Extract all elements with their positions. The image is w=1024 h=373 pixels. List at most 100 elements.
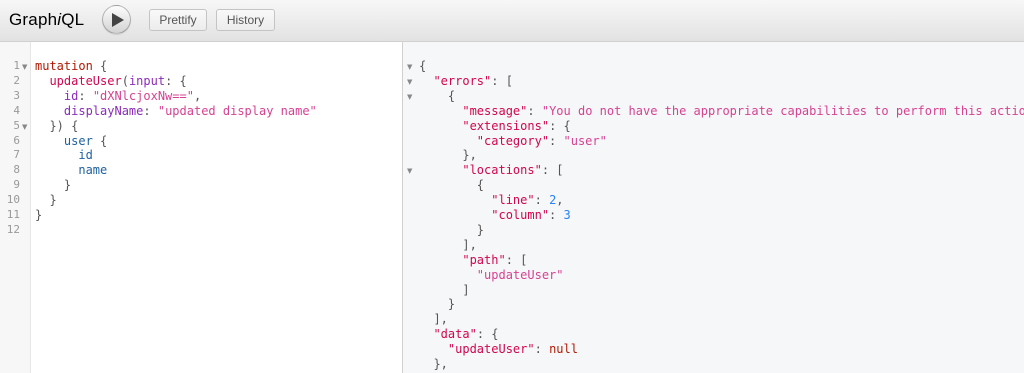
toolbar: GraphiQL Prettify History [0,0,1024,42]
result-line: "category": "user" [419,134,607,149]
code-token: } [419,222,485,237]
code-token: } [419,297,456,312]
line-number: 8 [13,163,20,177]
code-token: "extensions" [462,118,550,133]
code-token: ], [419,237,477,252]
code-token: : [527,103,542,118]
play-icon [112,13,124,27]
code-token: 3 [563,208,571,222]
code-token: "You do not have the appropriate capabil… [541,103,1024,118]
result-line: } [419,223,484,238]
code-token: }, [419,148,477,163]
result-line: "updateUser": null [419,342,578,357]
code-token: "dXNlcjoxNw==" [92,88,194,103]
code-line: mutation { [35,59,107,74]
result-line: ], [419,312,448,327]
result-line: "data": { [419,327,498,342]
result-line: "path": [ [419,253,527,268]
code-token: : [549,208,564,222]
code-token: "user" [563,133,607,148]
fold-arrow-icon[interactable]: ▼ [407,164,412,179]
code-line: } [35,178,71,193]
code-token: } [35,178,72,193]
line-number: 9 [13,178,20,192]
code-token: "data" [433,327,477,342]
line-number: 7 [13,148,20,162]
result-line: }, [419,148,477,163]
code-line: }) { [35,119,78,134]
code-token: id [63,88,79,103]
code-token: }) { [35,118,79,133]
line-number: 12 [6,222,20,236]
line-number: 2 [13,73,20,87]
result-viewer: ▼{▼ "errors": [▼ { "message": "You do no… [403,42,1024,373]
fold-arrow-icon[interactable]: ▼ [407,75,412,90]
result-line: "column": 3 [419,208,571,223]
code-token: "column" [491,208,550,222]
code-token: user [63,133,93,148]
code-token: : [ [541,163,564,178]
line-number: 1 [13,59,20,72]
history-button[interactable]: History [216,9,275,31]
code-token: "updateUser" [447,342,535,357]
result-line: }, [419,357,447,372]
code-line: id [35,148,93,163]
code-token: { [419,59,427,73]
code-token: "errors" [433,73,492,88]
code-token: } [35,208,43,222]
line-number: 3 [13,88,20,102]
result-line: "updateUser" [419,268,564,283]
code-token: , [193,88,202,103]
fold-arrow-icon[interactable]: ▼ [22,120,27,135]
code-token: "message" [462,103,528,118]
line-number: 6 [13,133,20,147]
result-line: { [419,178,484,193]
fold-arrow-icon[interactable]: ▼ [407,90,412,105]
code-token: { [419,88,456,103]
code-line: } [35,193,57,208]
code-token: mutation [35,59,93,73]
fold-arrow-icon[interactable]: ▼ [22,60,27,75]
line-number: 11 [6,208,20,221]
code-token: displayName [63,103,144,118]
code-token: { [92,133,108,148]
execute-query-button[interactable] [102,5,131,34]
code-token: ], [419,312,448,327]
code-line: updateUser(input: { [35,73,186,89]
code-token: : [534,342,550,357]
prettify-button[interactable]: Prettify [149,9,207,31]
result-line: { [419,59,426,74]
code-token: : { [549,118,571,133]
result-line: } [419,297,455,312]
query-editor[interactable]: 1 ▼ mutation {2 updateUser(input: {3 id: "… [0,42,403,373]
code-token: updateUser [49,73,122,88]
code-token: : [549,133,564,148]
code-token: "updated display name" [157,103,317,118]
result-line: "line": 2, [419,193,564,208]
code-line: } [35,208,42,223]
code-token: , [556,193,564,208]
code-token: "path" [462,252,506,267]
fold-arrow-icon[interactable]: ▼ [407,60,412,75]
code-token: : [ [491,73,513,88]
code-token: { [92,59,108,73]
line-number: 5 [13,118,20,132]
code-line: id: "dXNlcjoxNw==", [35,89,201,104]
result-line: "locations": [ [419,163,564,178]
code-token: } [35,193,57,208]
code-token: id [78,148,93,163]
